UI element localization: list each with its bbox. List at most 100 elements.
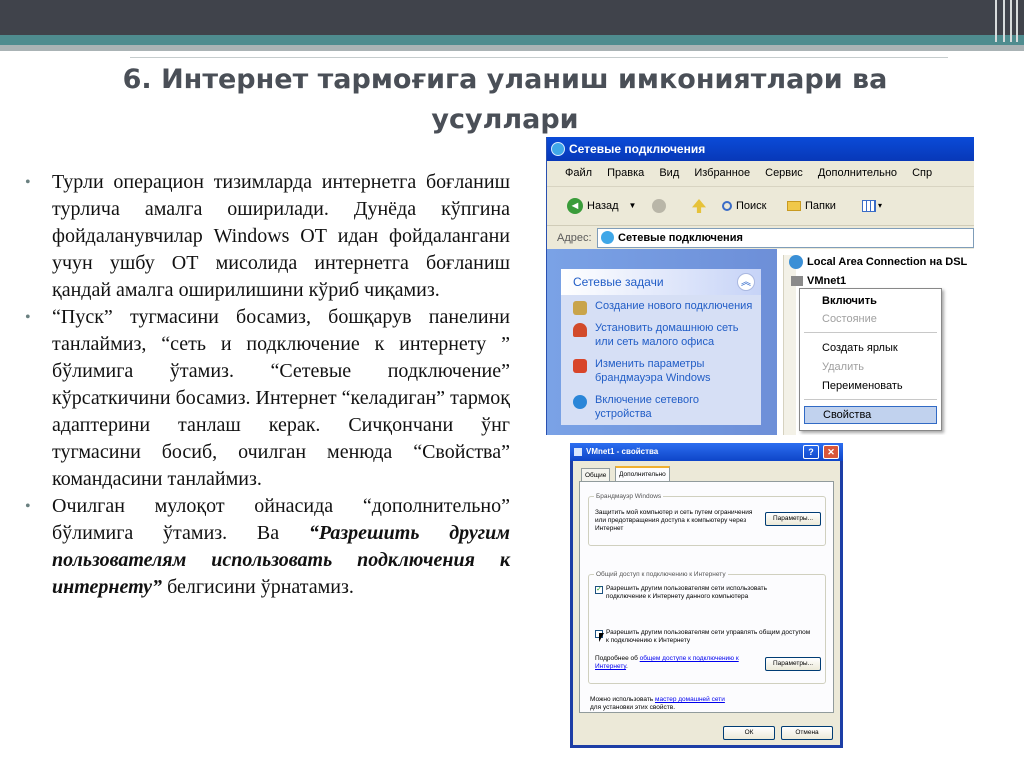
- tab-general[interactable]: Общие: [581, 468, 611, 481]
- address-bar: Адрес: Сетевые подключения: [547, 226, 974, 251]
- firewall-group-title: Брандмауэр Windows: [594, 492, 664, 502]
- bullet-list: • Турли операцион тизимларда интернетга б…: [22, 169, 510, 601]
- decor-line: [1003, 0, 1005, 42]
- close-icon[interactable]: ✕: [823, 445, 839, 459]
- dialog-titlebar: VMnet1 - свойства ? ✕: [570, 443, 843, 461]
- address-value: Сетевые подключения: [618, 232, 743, 244]
- more-info-prefix: Подробнее об: [595, 655, 640, 662]
- network-globe-icon: [551, 142, 565, 156]
- toolbar: ◄ Назад ▼ Поиск Папки ▾: [547, 187, 974, 226]
- menu-separator: [804, 332, 937, 333]
- allow-use-label: Разрешить другим пользователям сети испо…: [606, 585, 768, 600]
- task-firewall-settings[interactable]: Изменить параметры брандмауэра Windows: [561, 353, 761, 389]
- menu-tools[interactable]: Сервис: [765, 167, 803, 179]
- network-tasks-header[interactable]: Сетевые задачи ︽: [561, 269, 761, 295]
- folders-label: Папки: [805, 200, 836, 212]
- menu-bar: Файл Правка Вид Избранное Сервис Дополни…: [547, 161, 974, 187]
- home-network-wizard-link[interactable]: мастер домашней сети: [655, 696, 725, 703]
- sharing-params-button[interactable]: Параметры...: [765, 657, 821, 671]
- menu-advanced[interactable]: Дополнительно: [818, 167, 897, 179]
- back-arrow-icon: ◄: [567, 198, 583, 214]
- decor-line: [995, 0, 997, 42]
- header-shadow-bar: [0, 45, 1024, 51]
- folder-icon: [787, 201, 801, 211]
- tasks-title: Сетевые задачи: [573, 275, 664, 289]
- dialog-body: Общие Дополнительно Брандмауэр Windows З…: [573, 461, 840, 745]
- firewall-description: Защитить мой компьютер и сеть путем огра…: [595, 509, 753, 532]
- menu-edit[interactable]: Правка: [607, 167, 644, 179]
- task-label: Изменить параметры брандмауэра Windows: [595, 358, 711, 384]
- network-adapter-icon: [574, 448, 582, 456]
- up-folder-button[interactable]: [692, 187, 706, 225]
- connection-label: Local Area Connection на DSL: [807, 256, 968, 268]
- window-title: Сетевые подключения: [569, 142, 706, 156]
- views-icon: [862, 200, 876, 212]
- back-button[interactable]: ◄ Назад ▼: [567, 187, 636, 225]
- dialog-title: VMnet1 - свойства: [586, 447, 659, 456]
- bullet-marker: •: [25, 309, 31, 326]
- advanced-tab-pane: Брандмауэр Windows Защитить мой компьюте…: [579, 481, 834, 713]
- decor-line: [1010, 0, 1012, 42]
- connection-vmnet1[interactable]: VMnet1: [791, 275, 846, 287]
- task-new-connection[interactable]: Создание нового подключения: [561, 295, 761, 317]
- menu-help[interactable]: Спр: [912, 167, 932, 179]
- bullet-text: Турли операцион тизимларда интернетга бо…: [52, 171, 510, 301]
- more-info-suffix: .: [626, 663, 628, 670]
- bullet-marker: •: [25, 174, 31, 191]
- search-icon: [722, 201, 732, 211]
- menu-favorites[interactable]: Избранное: [694, 167, 750, 179]
- bullet-marker: •: [25, 498, 31, 515]
- title-divider: [130, 57, 948, 58]
- network-globe-icon: [601, 231, 614, 244]
- ok-button[interactable]: ОК: [723, 726, 775, 740]
- task-label: Включение сетевого устройства: [595, 394, 699, 420]
- menu-separator: [804, 399, 937, 400]
- task-label: Установить домашнюю сеть или сеть малого…: [595, 322, 739, 348]
- up-folder-icon: [692, 199, 706, 213]
- forward-button[interactable]: [652, 187, 670, 225]
- header-bar: [0, 0, 1024, 35]
- menu-item-properties[interactable]: Свойства: [804, 406, 937, 424]
- task-pane: Сетевые задачи ︽ Создание нового подключе…: [547, 249, 777, 435]
- new-connection-icon: [573, 301, 587, 315]
- connection-label: VMnet1: [807, 275, 847, 287]
- tab-advanced[interactable]: Дополнительно: [615, 466, 670, 482]
- collapse-chevron-icon[interactable]: ︽: [737, 273, 755, 291]
- search-label: Поиск: [736, 200, 767, 212]
- back-label: Назад: [587, 200, 619, 212]
- sharing-group-title: Общий доступ к подключению к Интернету: [594, 570, 728, 580]
- network-device-icon: [573, 395, 587, 409]
- task-home-network[interactable]: Установить домашнюю сеть или сеть малого…: [561, 317, 761, 353]
- mouse-pointer-icon: [599, 633, 604, 642]
- help-button[interactable]: ?: [803, 445, 819, 459]
- firewall-params-button[interactable]: Параметры...: [765, 512, 821, 526]
- menu-item-rename[interactable]: Переименовать: [804, 377, 937, 395]
- allow-use-checkbox[interactable]: ✓: [595, 586, 603, 594]
- firewall-group: Брандмауэр Windows Защитить мой компьюте…: [588, 492, 826, 546]
- folders-button[interactable]: Папки: [787, 187, 836, 225]
- cancel-button[interactable]: Отмена: [781, 726, 833, 740]
- forward-arrow-icon: [652, 199, 666, 213]
- menu-item-delete: Удалить: [822, 361, 864, 373]
- task-enable-device[interactable]: Включение сетевого устройства: [561, 389, 761, 425]
- search-button[interactable]: Поиск: [722, 187, 766, 225]
- network-connection-icon: [789, 255, 803, 269]
- home-network-icon: [573, 323, 587, 337]
- home-network-prefix: Можно использовать: [590, 696, 655, 703]
- views-button[interactable]: ▾: [862, 187, 882, 225]
- menu-item-create-shortcut[interactable]: Создать ярлык: [804, 339, 937, 357]
- connection-lan[interactable]: Local Area Connection на DSL: [789, 255, 967, 269]
- dropdown-icon: ▾: [878, 201, 883, 210]
- slide-title: 6. Интернет тармоғига уланиш имкониятлар…: [122, 64, 888, 135]
- decor-line: [1016, 0, 1018, 42]
- task-label: Создание нового подключения: [595, 300, 753, 312]
- home-network-text: Можно использовать мастер домашней сети д…: [590, 696, 790, 712]
- network-adapter-icon: [791, 276, 803, 286]
- menu-item-enable[interactable]: Включить: [804, 292, 937, 310]
- allow-control-label: Разрешить другим пользователям сети упра…: [606, 629, 811, 644]
- menu-view[interactable]: Вид: [659, 167, 679, 179]
- menu-file[interactable]: Файл: [565, 167, 592, 179]
- home-network-suffix: для установки этих свойств.: [590, 704, 675, 711]
- address-label: Адрес:: [557, 232, 592, 244]
- address-field[interactable]: Сетевые подключения: [597, 228, 974, 248]
